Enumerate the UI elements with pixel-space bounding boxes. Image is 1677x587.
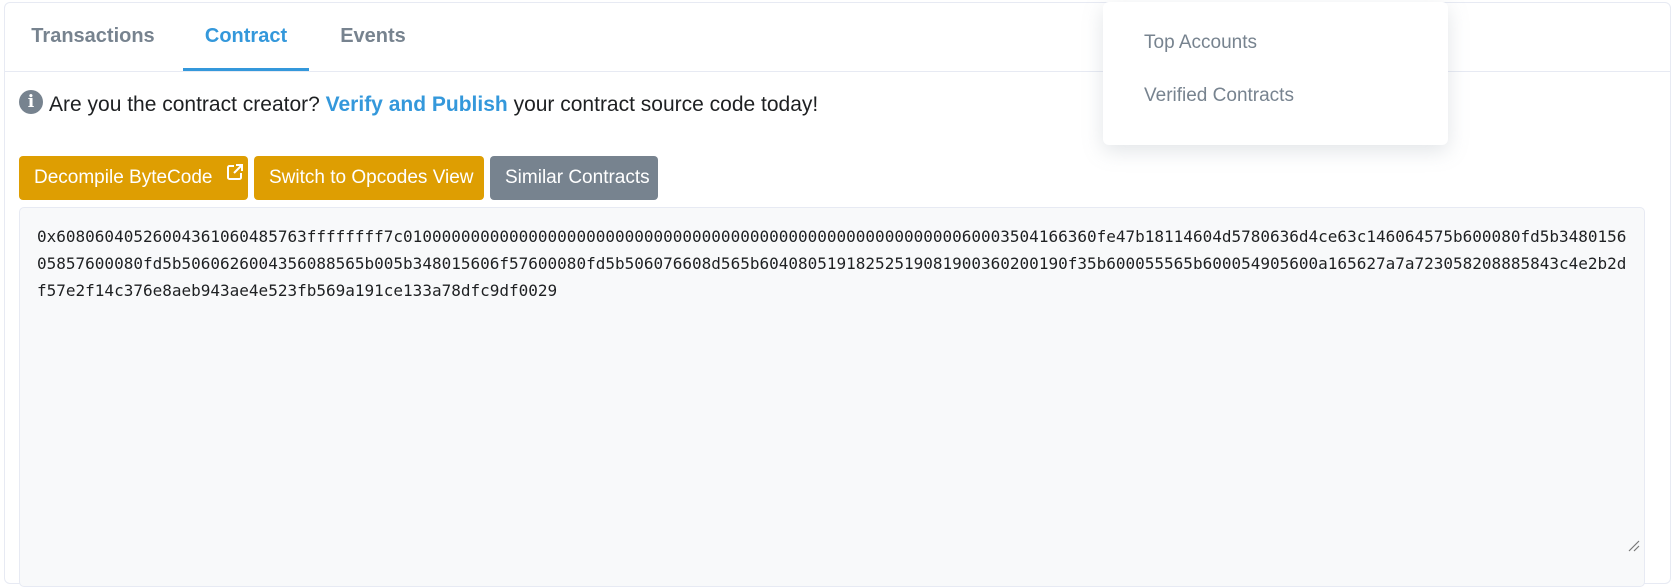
tab-events[interactable]: Events <box>317 3 429 71</box>
bytecode-text: 0x60806040526004361060485763ffffffff7c01… <box>37 227 1627 300</box>
switch-to-opcodes-button[interactable]: Switch to Opcodes View <box>254 156 484 200</box>
bytecode-textarea[interactable]: 0x60806040526004361060485763ffffffff7c01… <box>19 207 1645 587</box>
verify-and-publish-link[interactable]: Verify and Publish <box>326 93 508 116</box>
similar-contracts-button[interactable]: Similar Contracts <box>490 156 658 200</box>
dropdown-item-top-accounts[interactable]: Top Accounts <box>1144 32 1257 54</box>
verify-notice-suffix: your contract source code today! <box>513 93 819 116</box>
resize-handle-icon[interactable] <box>1626 538 1640 552</box>
dropdown-item-verified-contracts[interactable]: Verified Contracts <box>1144 85 1294 107</box>
decompile-bytecode-label: Decompile ByteCode <box>34 167 213 189</box>
tab-transactions[interactable]: Transactions <box>5 3 181 71</box>
decompile-bytecode-button[interactable]: Decompile ByteCode <box>19 156 248 200</box>
verify-notice: i Are you the contract creator? Verify an… <box>19 90 819 123</box>
info-circle-icon: i <box>19 90 43 115</box>
verify-notice-prefix: Are you the contract creator? <box>49 93 320 116</box>
tab-contract[interactable]: Contract <box>183 3 309 71</box>
dropdown-menu: Top Accounts Verified Contracts <box>1103 2 1448 145</box>
external-link-icon <box>226 154 244 198</box>
